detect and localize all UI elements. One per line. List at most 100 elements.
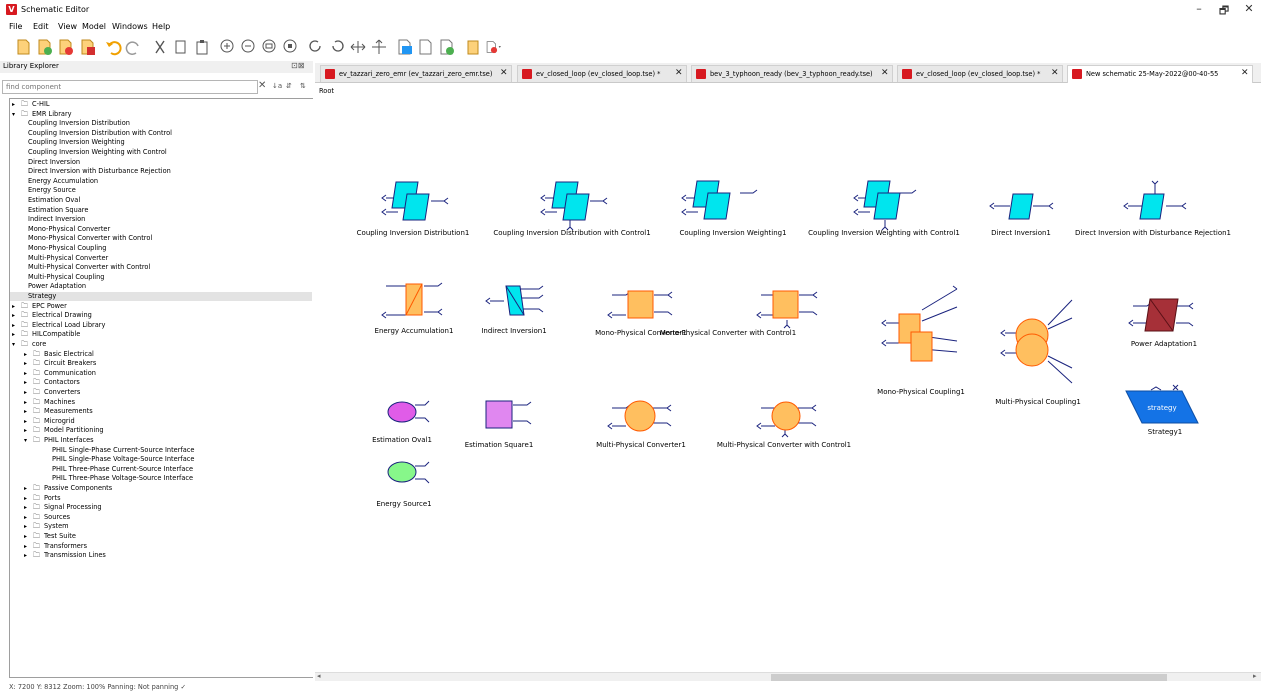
chevron-right-icon[interactable]: ▸ [24,426,27,435]
chevron-right-icon[interactable]: ▸ [24,369,27,378]
minimize-button[interactable]: – [1189,2,1209,18]
chevron-right-icon[interactable]: ▸ [12,330,15,339]
tree-folder-row[interactable]: ▸ 🗀 Ports [10,494,312,503]
chevron-right-icon[interactable]: ▸ [24,551,27,560]
tree-folder-row[interactable]: ▸ 🗀 Test Suite [10,532,312,541]
menu-view[interactable]: View [58,22,77,31]
menu-windows[interactable]: Windows [112,22,148,31]
tree-folder-row[interactable]: ▸ 🗀 Circuit Breakers [10,359,312,368]
menu-model[interactable]: Model [82,22,106,31]
close-window-button[interactable]: ✕ [1239,2,1259,18]
rotate-left-icon[interactable] [306,38,326,56]
multi-physical-converter-with-control-block[interactable] [756,401,817,438]
zoom-in-icon[interactable] [218,38,238,56]
tree-folder-row[interactable]: ▸ 🗀 Sources [10,513,312,522]
tree-folder-row[interactable]: ▸ 🗀 Transmission Lines [10,551,312,560]
collapse-all-icon[interactable]: ⇅ [300,82,306,90]
chevron-right-icon[interactable]: ▸ [24,378,27,387]
chevron-right-icon[interactable]: ▸ [24,398,27,407]
mono-physical-converter-block[interactable] [607,290,673,319]
redo-icon[interactable] [124,38,144,56]
tree-folder-row[interactable]: ▸ 🗀 HILCompatible [10,330,312,339]
coupling-inversion-distribution-with-control-block[interactable] [540,181,608,231]
mono-physical-converter-with-control-block[interactable] [756,290,818,329]
document-tab[interactable]: New schematic 25-May-2022@00-40-55 ✕ [1067,65,1253,83]
tree-item-row[interactable]: Mono-Physical Converter [10,225,312,234]
tree-folder-row[interactable]: ▸ 🗀 System [10,522,312,531]
close-tab-icon[interactable]: ✕ [1241,68,1249,78]
estimation-oval-block[interactable] [387,400,430,423]
menu-help[interactable]: Help [152,22,170,31]
clipboard-icon[interactable] [463,38,483,56]
tree-item-row[interactable]: Mono-Physical Coupling [10,244,312,253]
chevron-right-icon[interactable]: ▸ [24,484,27,493]
sort-icon[interactable]: ↓a [272,82,282,90]
zoom-reset-icon[interactable] [281,38,301,56]
tree-folder-row[interactable]: ▸ 🗀 Machines [10,398,312,407]
tree-item-row[interactable]: Strategy [10,292,312,301]
coupling-inversion-weighting-block[interactable] [681,180,758,220]
chevron-right-icon[interactable]: ▸ [24,522,27,531]
tree-item-row[interactable]: PHIL Single-Phase Current-Source Interfa… [10,446,312,455]
tree-folder-row[interactable]: ▸ 🗀 EPC Power [10,302,312,311]
chevron-right-icon[interactable]: ▸ [24,388,27,397]
tree-folder-row[interactable]: ▸ 🗀 Model Partitioning [10,426,312,435]
tree-item-row[interactable]: Indirect Inversion [10,215,312,224]
tree-folder-row[interactable]: ▸ 🗀 Electrical Drawing [10,311,312,320]
tree-item-row[interactable]: PHIL Three-Phase Voltage-Source Interfac… [10,474,312,483]
tree-item-row[interactable]: Mono-Physical Converter with Control [10,234,312,243]
chevron-right-icon[interactable]: ▸ [24,513,27,522]
flip-horizontal-icon[interactable] [348,38,368,56]
tree-item-row[interactable]: PHIL Single-Phase Voltage-Source Interfa… [10,455,312,464]
tree-folder-row[interactable]: ▸ 🗀 Passive Components [10,484,312,493]
tree-folder-row[interactable]: ▾ 🗀 core [10,340,312,349]
tree-item-row[interactable]: PHIL Three-Phase Current-Source Interfac… [10,465,312,474]
menu-file[interactable]: File [9,22,22,31]
tree-folder-row[interactable]: ▸ 🗀 C-HIL [10,100,312,109]
open-file-icon[interactable] [56,38,76,56]
tree-folder-row[interactable]: ▸ 🗀 Converters [10,388,312,397]
chevron-right-icon[interactable]: ▸ [24,417,27,426]
mono-physical-coupling-block[interactable] [881,285,958,362]
tree-item-row[interactable]: Estimation Square [10,206,312,215]
tree-folder-row[interactable]: ▸ 🗀 Electrical Load Library [10,321,312,330]
compile-icon[interactable] [395,38,415,56]
chevron-down-icon[interactable]: ▾ [12,340,15,349]
chevron-down-icon[interactable]: ▾ [12,110,15,119]
tree-item-row[interactable]: Coupling Inversion Distribution [10,119,312,128]
chevron-down-icon[interactable]: ▾ [24,436,27,445]
coupling-inversion-distribution-block[interactable] [381,181,449,221]
tree-folder-row[interactable]: ▸ 🗀 Transformers [10,542,312,551]
new-file-icon[interactable] [14,38,34,56]
multi-physical-converter-block[interactable] [607,400,672,432]
tree-folder-row[interactable]: ▾ 🗀 EMR Library [10,110,312,119]
tree-folder-row[interactable]: ▸ 🗀 Measurements [10,407,312,416]
menu-edit[interactable]: Edit [33,22,49,31]
chevron-right-icon[interactable]: ▸ [24,494,27,503]
model-check-icon[interactable] [437,38,457,56]
close-tab-icon[interactable]: ✕ [881,68,889,78]
zoom-fit-icon[interactable] [260,38,280,56]
direct-inversion-disturbance-rejection-block[interactable] [1123,180,1187,220]
scroll-left-icon[interactable]: ◂ [317,672,321,680]
copy-icon[interactable] [171,38,191,56]
schematic-canvas[interactable]: strategy [315,97,1253,671]
maximize-button[interactable]: 🗗 [1214,2,1234,18]
chevron-right-icon[interactable]: ▸ [24,359,27,368]
new-file-add-icon[interactable] [35,38,55,56]
chevron-right-icon[interactable]: ▸ [12,302,15,311]
energy-source-block[interactable] [387,461,430,484]
tree-item-row[interactable]: Power Adaptation [10,282,312,291]
clear-search-icon[interactable]: ✕ [258,80,266,91]
tree-folder-row[interactable]: ▸ 🗀 Microgrid [10,417,312,426]
undo-icon[interactable] [103,38,123,56]
tree-item-row[interactable]: Coupling Inversion Weighting [10,138,312,147]
tree-item-row[interactable]: Multi-Physical Coupling [10,273,312,282]
document-tab[interactable]: ev_closed_loop (ev_closed_loop.tse) * ✕ [897,65,1063,82]
tree-item-row[interactable]: Estimation Oval [10,196,312,205]
tree-item-row[interactable]: Energy Accumulation [10,177,312,186]
close-tab-icon[interactable]: ✕ [500,68,508,78]
tree-folder-row[interactable]: ▸ 🗀 Communication [10,369,312,378]
tree-folder-row[interactable]: ▸ 🗀 Contactors [10,378,312,387]
chevron-right-icon[interactable]: ▸ [24,542,27,551]
